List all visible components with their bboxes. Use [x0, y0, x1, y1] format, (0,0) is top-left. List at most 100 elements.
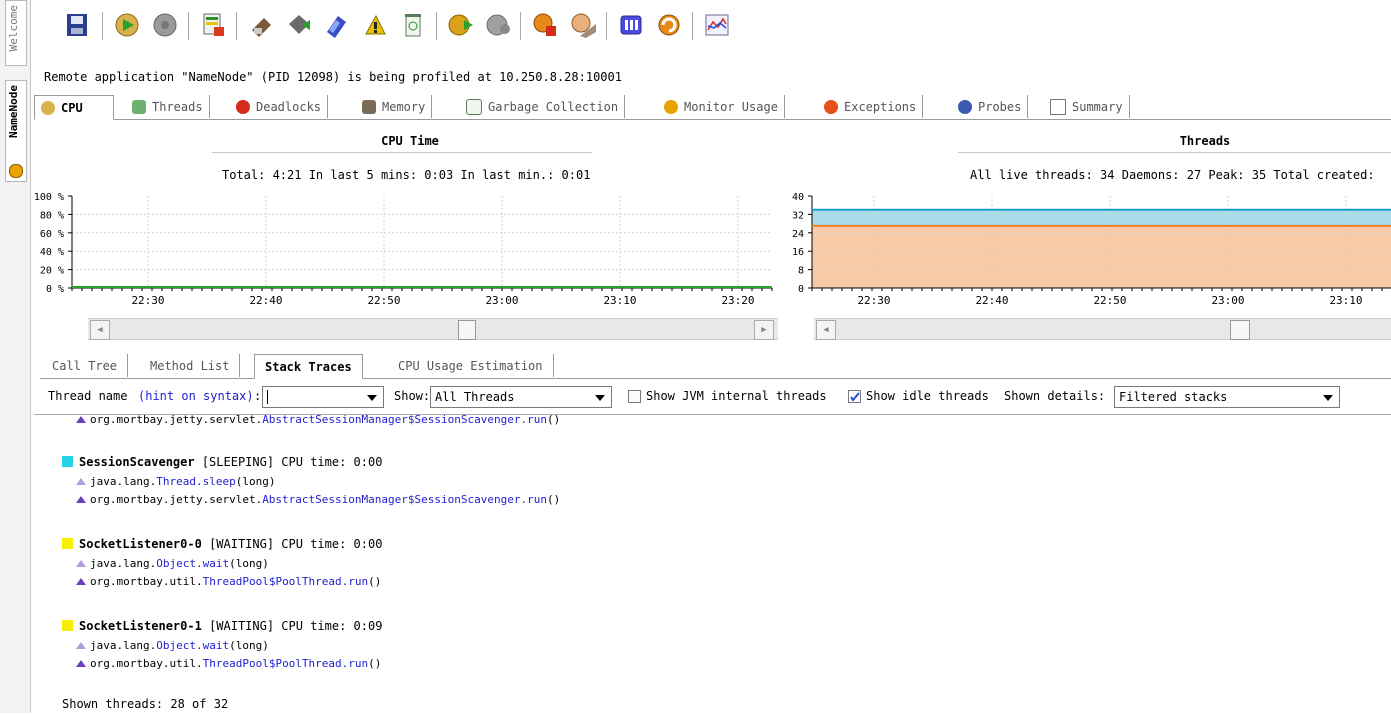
x-tick-label: 23:10	[603, 294, 636, 307]
cpu-stats: Total: 4:21 In last 5 mins: 0:03 In last…	[222, 168, 591, 182]
x-tick-label: 23:00	[1211, 294, 1244, 307]
threads-panel-title: Threads	[1179, 134, 1231, 148]
live-threads-area	[812, 209, 1391, 226]
cpu-chart: 100 % 80 % 60 % 40 % 20 % 0 % 22:30 22:40 22:50 2…	[34, 190, 774, 318]
jvm-internal-label: Show JVM internal threads	[646, 389, 827, 403]
document-icon	[1050, 98, 1066, 115]
thread-state-icon	[62, 620, 73, 631]
x-tick-label: 22:40	[975, 294, 1008, 307]
tab-cpu[interactable]: CPU	[34, 95, 114, 120]
shown-details-combo[interactable]: Filtered stacks	[1114, 386, 1340, 408]
run-gc-icon[interactable]	[244, 8, 278, 42]
memory-icon[interactable]	[282, 8, 316, 42]
welcome-tab[interactable]: Welcome	[5, 0, 27, 66]
thread-state: [SLEEPING] CPU time: 0:00	[201, 455, 383, 469]
tab-stack-traces[interactable]: Stack Traces	[254, 354, 363, 379]
tab-garbage-collection[interactable]: Garbage Collection	[460, 95, 626, 118]
shown-details-value: Filtered stacks	[1119, 390, 1228, 404]
jvm-internal-checkbox[interactable]	[628, 390, 641, 403]
chevron-down-icon[interactable]	[595, 395, 605, 401]
chevron-down-icon[interactable]	[367, 395, 377, 401]
stop-cpu-icon[interactable]	[148, 8, 182, 42]
scroll-left-icon[interactable]: ◀	[816, 320, 836, 340]
save-snapshot-icon[interactable]	[60, 8, 94, 42]
stop-icon[interactable]	[528, 8, 562, 42]
tab-cpu-usage-estimation[interactable]: CPU Usage Estimation	[388, 354, 554, 377]
y-tick-label: 20 %	[40, 266, 64, 277]
reset-icon[interactable]	[566, 8, 600, 42]
eye-icon	[958, 99, 972, 114]
shown-threads-count: Shown threads: 28 of 32	[62, 697, 229, 711]
threads-icon	[132, 99, 146, 114]
tab-monitor-usage[interactable]: Monitor Usage	[658, 95, 785, 118]
cpu-panel-title: CPU Time	[381, 134, 439, 148]
frame-arrow-icon	[76, 642, 86, 649]
threads-monitor-icon[interactable]	[196, 8, 230, 42]
scroll-thumb[interactable]	[1230, 320, 1250, 340]
tab-deadlocks-label: Deadlocks	[256, 99, 322, 114]
show-combo[interactable]: All Threads	[430, 386, 612, 408]
stack-frame: org.mortbay.util.ThreadPool$PoolThread.r…	[76, 657, 381, 670]
y-tick-label: 80 %	[40, 210, 64, 221]
x-tick-label: 23:00	[485, 294, 518, 307]
thread-entry[interactable]: SocketListener0-0 [WAITING] CPU time: 0:…	[62, 537, 382, 551]
x-tick-label: 23:20	[721, 294, 754, 307]
y-tick-label: 16	[792, 247, 804, 258]
trash-icon[interactable]	[396, 8, 430, 42]
deadlocks-icon	[236, 99, 250, 114]
tab-threads[interactable]: Threads	[126, 95, 210, 118]
tab-exceptions[interactable]: Exceptions	[818, 95, 924, 118]
telemetry-icon[interactable]	[700, 8, 734, 42]
side-panel: Welcome NameNode	[0, 0, 31, 713]
scroll-thumb[interactable]	[458, 320, 476, 340]
daemon-threads-area	[812, 225, 1391, 288]
scroll-right-icon[interactable]: ▶	[754, 320, 774, 340]
x-tick-label: 22:50	[1093, 294, 1126, 307]
resume-icon[interactable]	[444, 8, 478, 42]
scroll-left-icon[interactable]: ◀	[90, 320, 110, 340]
app-icon	[9, 164, 23, 178]
partial-frame: org.mortbay.jetty.servlet.AbstractSessio…	[76, 413, 560, 426]
tab-memory[interactable]: Memory	[356, 95, 433, 118]
chevron-down-icon[interactable]	[1323, 395, 1333, 401]
tab-deadlocks[interactable]: Deadlocks	[230, 95, 329, 118]
cpu-scrollbar[interactable]: ◀ ▶	[88, 318, 778, 340]
thread-state: [WAITING] CPU time: 0:09	[209, 619, 383, 633]
view-tabs: Call Tree Method List Stack Traces CPU U…	[40, 354, 1391, 379]
tab-call-tree[interactable]: Call Tree	[42, 354, 129, 377]
frame-arrow-icon	[76, 416, 86, 423]
thread-state-icon	[62, 538, 73, 549]
tab-memory-label: Memory	[382, 99, 426, 114]
idle-threads-checkbox[interactable]	[848, 390, 861, 403]
tab-method-list[interactable]: Method List	[140, 354, 241, 377]
y-tick-label: 0 %	[46, 284, 64, 295]
tab-probes[interactable]: Probes	[952, 95, 1029, 118]
y-tick-label: 8	[798, 266, 804, 277]
heap-dump-icon[interactable]	[320, 8, 354, 42]
tab-probes-label: Probes	[978, 99, 1022, 114]
y-tick-label: 40	[792, 192, 804, 203]
y-tick-label: 0	[798, 284, 804, 295]
monitor-icon	[664, 99, 678, 114]
x-tick-label: 22:30	[857, 294, 890, 307]
snapshot-icon[interactable]	[614, 8, 648, 42]
gc-icon	[466, 98, 482, 115]
pause-icon[interactable]	[482, 8, 516, 42]
shown-details-label: Shown details:	[1004, 389, 1106, 403]
thread-entry[interactable]: SocketListener0-1 [WAITING] CPU time: 0:…	[62, 619, 382, 633]
x-tick-label: 22:40	[249, 294, 282, 307]
threads-scrollbar[interactable]: ◀	[814, 318, 1391, 340]
idle-threads-label: Show idle threads	[866, 389, 989, 403]
profiling-message: Remote application "NameNode" (PID 12098…	[44, 70, 622, 84]
stack-traces-panel: org.mortbay.jetty.servlet.AbstractSessio…	[34, 413, 1391, 714]
refresh-icon[interactable]	[652, 8, 686, 42]
thread-name-combo[interactable]	[262, 386, 384, 408]
tab-monitor-label: Monitor Usage	[684, 99, 778, 114]
tab-summary[interactable]: Summary	[1044, 95, 1130, 118]
thread-dump-icon[interactable]	[358, 8, 392, 42]
start-cpu-icon[interactable]	[110, 8, 144, 42]
thread-entry[interactable]: SessionScavenger [SLEEPING] CPU time: 0:…	[62, 455, 382, 469]
threads-stats: All live threads: 34 Daemons: 27 Peak: 3…	[970, 168, 1375, 182]
frame-arrow-icon	[76, 560, 86, 567]
hint-link[interactable]: (hint on syntax)	[138, 389, 254, 403]
